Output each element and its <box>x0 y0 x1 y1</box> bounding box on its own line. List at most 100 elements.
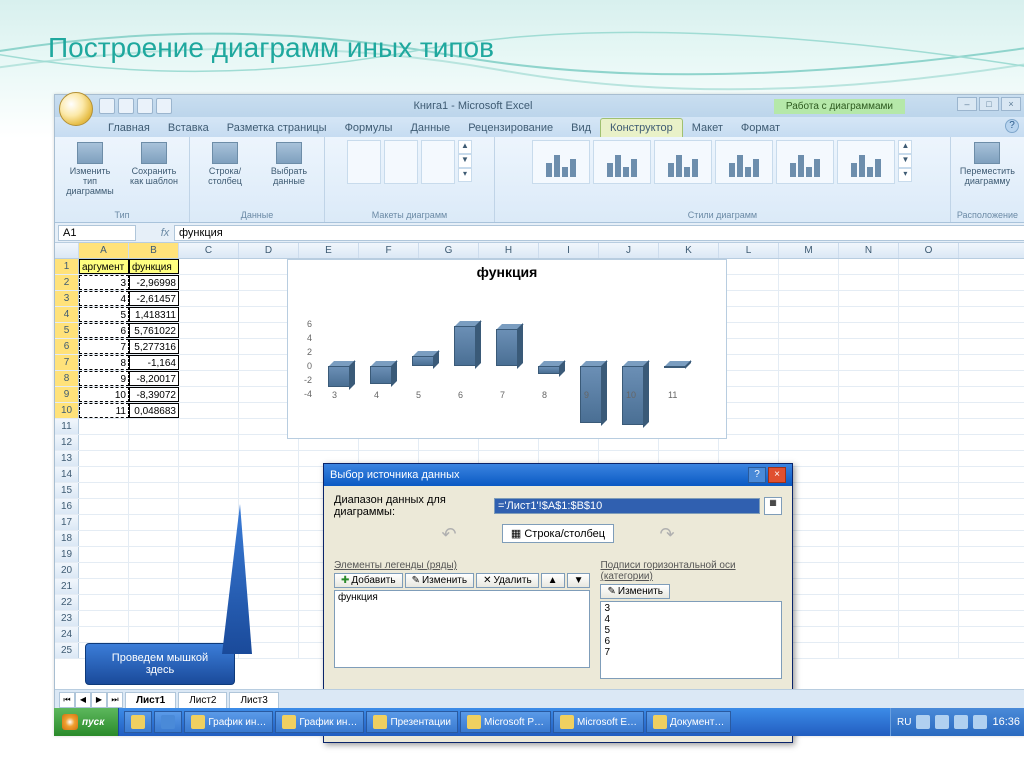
row-header[interactable]: 6 <box>55 339 79 354</box>
cell[interactable] <box>79 579 129 594</box>
cell[interactable] <box>719 307 779 322</box>
taskbar-app-button[interactable]: Microsoft E… <box>553 711 644 733</box>
cell[interactable] <box>779 435 839 450</box>
column-header[interactable]: B <box>129 243 179 258</box>
cell[interactable] <box>839 371 899 386</box>
cell[interactable] <box>899 371 959 386</box>
chart-range-input[interactable] <box>494 498 760 514</box>
cell[interactable] <box>179 403 239 418</box>
select-data-button[interactable]: Выбрать данные <box>260 140 318 188</box>
cell[interactable] <box>79 467 129 482</box>
tab-formulas[interactable]: Формулы <box>336 119 402 137</box>
cell[interactable] <box>899 531 959 546</box>
cell[interactable] <box>129 547 179 562</box>
cell[interactable]: 7 <box>79 339 129 354</box>
cell[interactable]: 10 <box>79 387 129 402</box>
cell[interactable] <box>239 515 299 530</box>
cell[interactable] <box>129 419 179 434</box>
cell[interactable] <box>239 563 299 578</box>
add-series-button[interactable]: ✚Добавить <box>334 573 403 588</box>
taskbar-app-button[interactable]: Microsoft P… <box>460 711 551 733</box>
cell[interactable] <box>179 419 239 434</box>
cell[interactable] <box>839 291 899 306</box>
cell[interactable] <box>899 595 959 610</box>
cell[interactable] <box>79 611 129 626</box>
cell[interactable]: 3 <box>79 275 129 290</box>
column-header[interactable]: J <box>599 243 659 258</box>
save-template-button[interactable]: Сохранить как шаблон <box>125 140 183 198</box>
tab-design[interactable]: Конструктор <box>600 118 683 137</box>
cell[interactable] <box>779 259 839 274</box>
cell[interactable] <box>719 291 779 306</box>
cell[interactable] <box>899 259 959 274</box>
cell[interactable] <box>839 275 899 290</box>
column-header[interactable]: O <box>899 243 959 258</box>
cell[interactable] <box>899 643 959 658</box>
column-header[interactable]: L <box>719 243 779 258</box>
cell[interactable] <box>899 339 959 354</box>
cell[interactable] <box>899 515 959 530</box>
cell[interactable] <box>179 499 239 514</box>
cell[interactable] <box>839 387 899 402</box>
cell[interactable] <box>839 547 899 562</box>
fx-icon[interactable]: fx <box>156 227 174 239</box>
move-chart-button[interactable]: Переместить диаграмму <box>958 140 1016 188</box>
tray-icon[interactable] <box>935 715 949 729</box>
tab-home[interactable]: Главная <box>99 119 159 137</box>
cell[interactable] <box>79 515 129 530</box>
cell[interactable] <box>839 435 899 450</box>
column-header[interactable]: H <box>479 243 539 258</box>
chart-layouts-gallery[interactable]: ▲▼▾ <box>347 140 472 184</box>
tab-chart-layout[interactable]: Макет <box>683 119 732 137</box>
cell[interactable] <box>839 595 899 610</box>
row-header[interactable]: 21 <box>55 579 79 594</box>
column-header[interactable]: G <box>419 243 479 258</box>
row-header[interactable]: 19 <box>55 547 79 562</box>
cell[interactable] <box>79 547 129 562</box>
cell[interactable]: 6 <box>79 323 129 338</box>
cell[interactable] <box>719 387 779 402</box>
cell[interactable] <box>839 355 899 370</box>
cell[interactable] <box>839 483 899 498</box>
cell[interactable] <box>779 323 839 338</box>
cell[interactable] <box>719 371 779 386</box>
cell[interactable] <box>899 323 959 338</box>
cell[interactable] <box>779 419 839 434</box>
row-header[interactable]: 12 <box>55 435 79 450</box>
tab-insert[interactable]: Вставка <box>159 119 218 137</box>
quick-launch[interactable] <box>154 711 182 733</box>
cell[interactable]: аргумент <box>79 259 129 274</box>
cell[interactable] <box>779 275 839 290</box>
next-sheet-button[interactable]: ▶ <box>91 692 107 708</box>
start-button[interactable]: пуск <box>54 708 119 736</box>
cell[interactable] <box>179 355 239 370</box>
cell[interactable] <box>719 355 779 370</box>
cell[interactable] <box>179 371 239 386</box>
categories-listbox[interactable]: 34567 <box>600 601 782 679</box>
row-header[interactable]: 1 <box>55 259 79 274</box>
formula-bar[interactable]: функция <box>174 225 1024 241</box>
cell[interactable] <box>79 531 129 546</box>
cell[interactable] <box>179 563 239 578</box>
prev-sheet-button[interactable]: ◀ <box>75 692 91 708</box>
cell[interactable]: 5,761022 <box>129 323 179 338</box>
select-all-corner[interactable] <box>55 243 79 258</box>
column-header[interactable]: I <box>539 243 599 258</box>
row-header[interactable]: 4 <box>55 307 79 322</box>
quick-launch[interactable] <box>124 711 152 733</box>
sheet-tab-1[interactable]: Лист1 <box>125 692 176 708</box>
language-indicator[interactable]: RU <box>897 717 911 728</box>
column-header[interactable]: M <box>779 243 839 258</box>
tray-icon[interactable] <box>973 715 987 729</box>
cell[interactable] <box>899 387 959 402</box>
cell[interactable] <box>79 595 129 610</box>
edit-series-button[interactable]: ✎Изменить <box>405 573 475 588</box>
embedded-chart[interactable]: функция -4-20246 34567891011 <box>287 259 727 439</box>
dialog-help-button[interactable]: ? <box>748 467 766 483</box>
cell[interactable] <box>179 323 239 338</box>
name-box[interactable]: A1 <box>58 225 136 241</box>
cell[interactable] <box>129 435 179 450</box>
cell[interactable] <box>899 483 959 498</box>
switch-row-column-dialog-button[interactable]: ▦ Строка/столбец <box>502 524 614 543</box>
change-chart-type-button[interactable]: Изменить тип диаграммы <box>61 140 119 198</box>
